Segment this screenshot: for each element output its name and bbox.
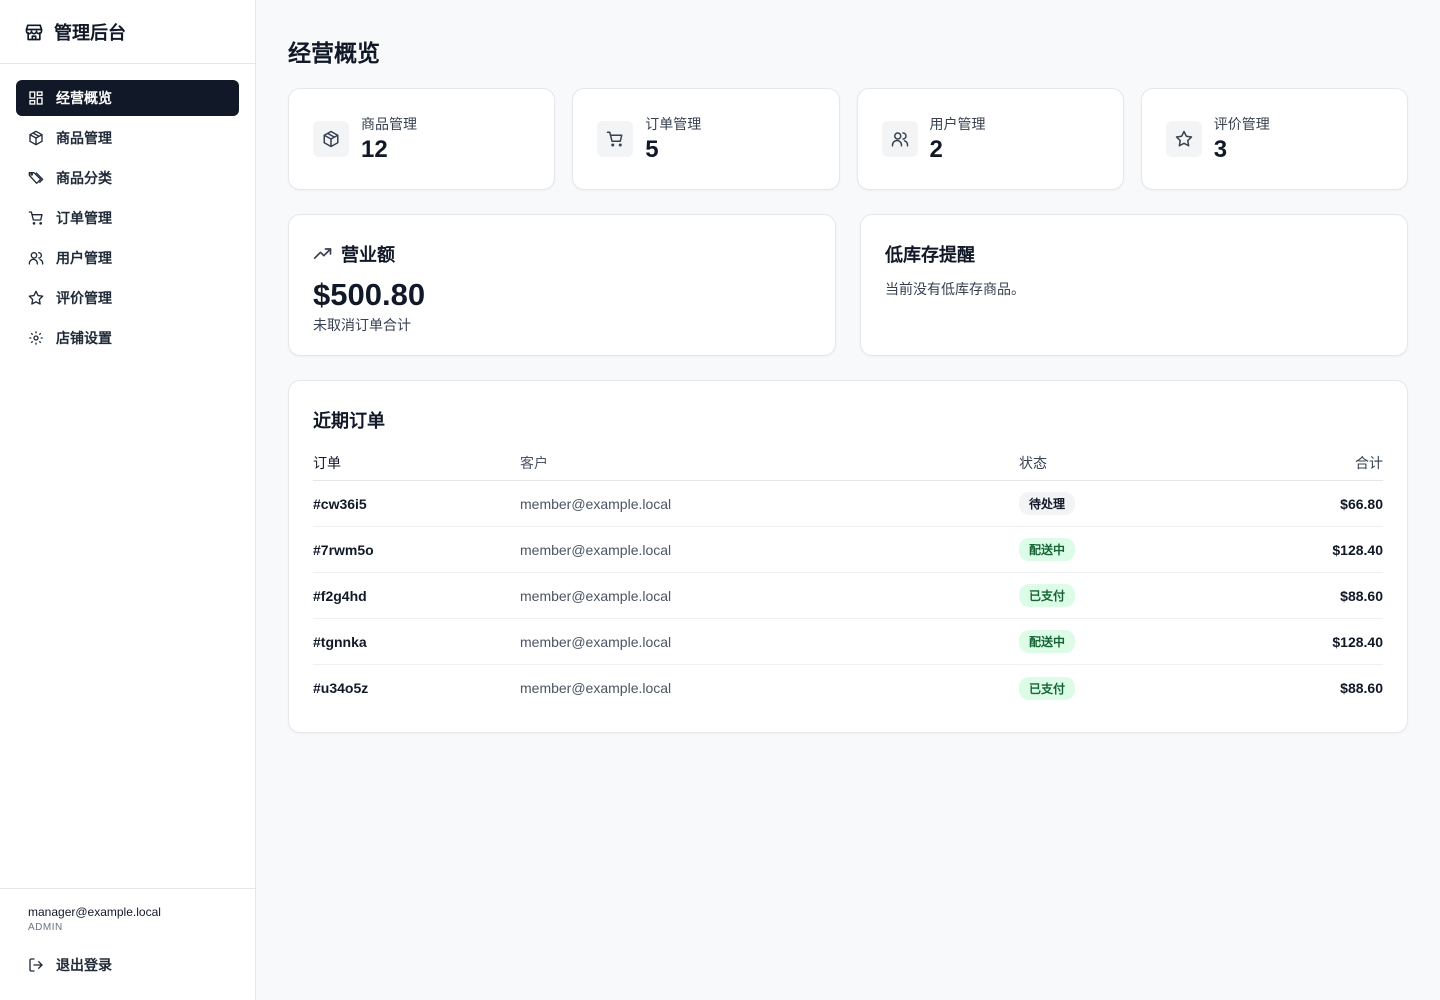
order-customer: member@example.local [520,680,672,696]
order-customer: member@example.local [520,495,672,512]
stat-card-reviews[interactable]: 评价管理 3 [1140,88,1408,190]
stat-label: 评价管理 [1213,116,1270,132]
sidebar-item-orders[interactable]: 订单管理 [16,200,239,236]
gear-icon [28,330,44,346]
sidebar-item-overview[interactable]: 经营概览 [16,80,239,116]
recent-orders-title: 近期订单 [313,411,385,431]
logout-label: 退出登录 [56,957,112,973]
order-id: #cw36i5 [313,495,367,512]
order-id: #tgnnka [313,633,367,650]
stat-card-users[interactable]: 用户管理 2 [856,88,1124,190]
order-total: $128.40 [1332,541,1383,558]
stat-value: 3 [1213,136,1228,163]
sidebar-item-label: 商品分类 [56,170,112,186]
store-icon [24,22,44,42]
sidebar-item-label: 店铺设置 [56,330,112,346]
stat-card-orders[interactable]: 订单管理 5 [572,88,840,190]
low-stock-title: 低库存提醒 [885,245,975,265]
stat-value: 5 [645,136,659,163]
status-badge: 配送中 [1019,538,1076,561]
revenue-value: $500.80 [313,277,426,312]
order-customer: member@example.local [520,633,672,650]
stat-card-products[interactable]: 商品管理 12 [288,88,556,190]
sidebar-item-label: 商品管理 [56,130,112,146]
sidebar-footer: manager@example.local ADMIN 退出登录 [0,888,255,1000]
recent-orders-card: 近期订单 订单 客户 状态 合计 #cw36i5 member@example.… [288,380,1408,733]
status-badge: 待处理 [1019,492,1076,515]
users-icon [28,250,44,266]
sidebar-item-users[interactable]: 用户管理 [16,240,239,276]
sidebar: 管理后台 经营概览 商品管理 商品分类 订单管理 用户管理 评价管理 店铺设置 … [0,0,256,1000]
package-icon [313,121,349,157]
sidebar-item-products[interactable]: 商品管理 [16,120,239,156]
order-customer: member@example.local [520,587,672,604]
trending-up-icon [313,244,333,264]
status-badge: 已支付 [1019,676,1076,700]
stat-value: 12 [361,136,388,163]
brand: 管理后台 [0,0,255,64]
revenue-card: 营业额 $500.80 未取消订单合计 [288,214,836,356]
sidebar-item-label: 经营概览 [56,90,112,106]
order-total: $88.60 [1340,587,1383,604]
low-stock-card: 低库存提醒 当前没有低库存商品。 [860,214,1408,356]
revenue-header: 营业额 [313,241,811,267]
sidebar-nav: 经营概览 商品管理 商品分类 订单管理 用户管理 评价管理 店铺设置 [0,64,255,372]
table-row[interactable]: #f2g4hd member@example.local 已支付 $88.60 [313,573,1383,619]
stat-label: 订单管理 [645,116,702,132]
order-total: $128.40 [1332,633,1383,650]
user-role: ADMIN [28,922,63,933]
logout-button[interactable]: 退出登录 [28,955,227,975]
table-row[interactable]: #7rwm5o member@example.local 配送中 $128.40 [313,527,1383,573]
user-email: manager@example.local [28,905,161,919]
column-header-customer: 客户 [520,455,548,471]
logout-icon [28,957,44,973]
cart-icon [597,121,634,157]
sidebar-item-reviews[interactable]: 评价管理 [16,280,239,316]
stats-row: 商品管理 12 订单管理 5 用户管理 2 评价管理 3 [288,88,1408,190]
column-header-order: 订单 [313,455,341,471]
table-row[interactable]: #u34o5z member@example.local 已支付 $88.60 [313,665,1383,711]
star-icon [28,290,44,306]
sidebar-item-categories[interactable]: 商品分类 [16,160,239,196]
stat-label: 商品管理 [361,116,417,132]
table-header: 订单 客户 状态 合计 [313,453,1383,481]
star-icon [1165,121,1202,157]
order-id: #u34o5z [313,680,369,696]
order-id: #f2g4hd [313,587,367,604]
sidebar-item-settings[interactable]: 店铺设置 [16,320,239,356]
app-title: 管理后台 [54,22,126,43]
revenue-note: 未取消订单合计 [313,317,411,333]
page-title: 经营概览 [288,40,380,66]
dashboard-icon [28,90,44,106]
column-header-total: 合计 [1355,455,1383,471]
table-row[interactable]: #tgnnka member@example.local 配送中 $128.40 [313,619,1383,665]
column-header-status: 状态 [1019,455,1047,471]
order-total: $66.80 [1340,495,1383,512]
stat-label: 用户管理 [929,116,986,132]
order-total: $88.60 [1340,680,1383,696]
orders-table: 订单 客户 状态 合计 #cw36i5 member@example.local… [313,453,1383,711]
package-icon [28,130,44,146]
sidebar-item-label: 评价管理 [56,290,112,306]
low-stock-text: 当前没有低库存商品。 [885,281,1025,297]
sidebar-item-label: 订单管理 [56,210,112,226]
revenue-title: 营业额 [341,245,395,265]
tags-icon [28,170,44,186]
cart-icon [28,210,44,226]
order-id: #7rwm5o [313,541,374,558]
status-badge: 已支付 [1019,584,1076,607]
order-customer: member@example.local [520,541,672,558]
table-row[interactable]: #cw36i5 member@example.local 待处理 $66.80 [313,481,1383,527]
status-badge: 配送中 [1019,630,1076,653]
sidebar-item-label: 用户管理 [56,250,112,266]
stat-value: 2 [929,136,943,163]
users-icon [881,121,918,157]
